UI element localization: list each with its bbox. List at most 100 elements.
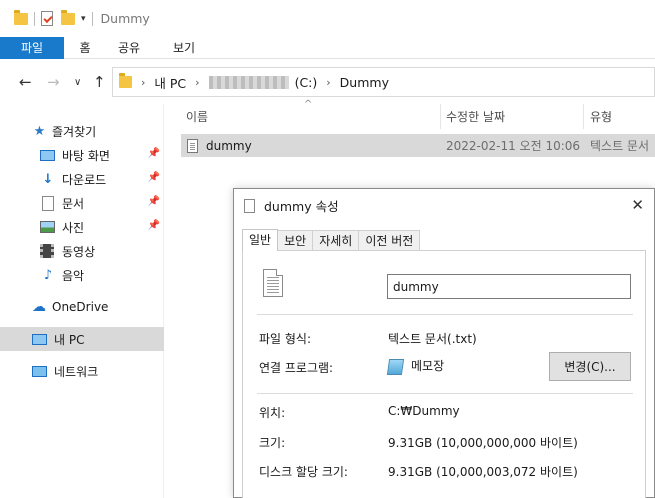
desktop-icon (40, 149, 55, 161)
quick-access-toolbar: ▾ (14, 9, 93, 26)
tab-file[interactable]: 파일 (0, 37, 64, 59)
size-value: 9.31GB (10,000,000,000 바이트) (388, 436, 578, 450)
navigation-pane: ★ 즐겨찾기 바탕 화면 📌 ↓ 다운로드 📌 문서 📌 사진 📌 동영상 ♪ … (0, 104, 164, 498)
tab-general[interactable]: 일반 (242, 229, 279, 251)
chevron-right-icon[interactable]: › (141, 76, 145, 89)
toolbar-divider (91, 11, 93, 26)
chevron-right-icon[interactable]: › (195, 76, 199, 89)
dialog-tabs: 일반 보안 자세히 이전 버전 (242, 229, 421, 251)
change-button[interactable]: 변경(C)... (549, 352, 631, 381)
opens-with-label: 연결 프로그램: (259, 361, 334, 375)
sidebar-item-label: 문서 (62, 196, 85, 211)
sidebar-item-this-pc[interactable]: 내 PC (0, 327, 164, 351)
sidebar-item-downloads[interactable]: ↓ 다운로드 📌 (0, 167, 164, 191)
sidebar-item-label: 즐겨찾기 (52, 124, 97, 139)
pin-icon[interactable]: 📌 (148, 172, 160, 183)
sidebar-item-pictures[interactable]: 사진 📌 (0, 215, 164, 239)
chevron-right-icon[interactable]: › (326, 76, 330, 89)
size-label: 크기: (259, 436, 286, 450)
new-folder-icon[interactable] (61, 9, 75, 25)
text-file-icon (263, 269, 283, 297)
folder-icon (119, 73, 132, 88)
table-row[interactable]: dummy 2022-02-11 오전 10:06 텍스트 문서 (181, 134, 655, 157)
tab-home[interactable]: 홈 (64, 37, 106, 59)
sidebar-item-label: 음악 (62, 268, 85, 283)
notepad-icon (386, 358, 405, 375)
file-type: 텍스트 문서 (590, 139, 650, 153)
divider (257, 314, 633, 315)
column-header-name[interactable]: 이름 (186, 104, 208, 129)
sidebar-item-label: 바탕 화면 (62, 148, 110, 163)
recent-locations-button[interactable]: ∨ (74, 77, 81, 88)
file-type-value: 텍스트 문서(.txt) (388, 332, 477, 346)
redacted-drive-name (208, 75, 289, 89)
toolbar-divider (34, 11, 35, 26)
column-divider[interactable] (583, 104, 584, 129)
up-button[interactable]: ↑ (93, 73, 106, 91)
column-header-type[interactable]: 유형 (590, 104, 612, 129)
computer-icon (32, 333, 47, 345)
location-label: 위치: (259, 406, 286, 420)
file-name-field[interactable] (387, 274, 631, 299)
dialog-title-bar: dummy 속성 ✕ (234, 189, 654, 222)
cloud-icon: ☁ (32, 299, 46, 315)
network-icon (32, 365, 47, 377)
size-on-disk-label: 디스크 할당 크기: (259, 465, 348, 479)
opens-with-value-group: 메모장 (386, 357, 444, 375)
sidebar-item-label: 다운로드 (62, 172, 107, 187)
document-icon (42, 195, 54, 211)
divider (257, 393, 633, 394)
forward-button[interactable]: → (47, 73, 60, 91)
breadcrumb-drive-c[interactable]: (C:) (295, 75, 318, 90)
folder-icon (14, 9, 28, 25)
column-divider[interactable] (440, 104, 441, 129)
tab-share[interactable]: 공유 (106, 37, 152, 59)
sidebar-item-label: 사진 (62, 220, 85, 235)
pin-icon[interactable]: 📌 (148, 148, 160, 159)
sidebar-item-desktop[interactable]: 바탕 화면 📌 (0, 143, 164, 167)
sidebar-item-music[interactable]: ♪ 음악 (0, 263, 164, 287)
pictures-icon (40, 221, 55, 233)
customize-toolbar-dropdown[interactable]: ▾ (81, 14, 86, 24)
tab-view[interactable]: 보기 (160, 37, 208, 59)
breadcrumb-this-pc[interactable]: 내 PC (154, 73, 186, 92)
pin-icon[interactable]: 📌 (148, 196, 160, 207)
address-bar[interactable]: › 내 PC › (C:) › Dummy (112, 67, 655, 97)
properties-icon[interactable] (41, 11, 53, 26)
sidebar-item-label: OneDrive (52, 300, 109, 314)
breadcrumb-dummy[interactable]: Dummy (340, 75, 389, 90)
file-modified: 2022-02-11 오전 10:06 (446, 139, 581, 153)
sort-ascending-icon: ^ (304, 99, 313, 110)
dialog-title: dummy 속성 (264, 199, 339, 214)
sidebar-item-quick-access[interactable]: ★ 즐겨찾기 (0, 119, 164, 143)
window-title: Dummy (100, 11, 150, 26)
location-value: C:₩Dummy (388, 404, 460, 418)
close-button[interactable]: ✕ (631, 196, 644, 214)
sidebar-item-label: 동영상 (62, 244, 96, 259)
sidebar-item-network[interactable]: 네트워크 (0, 359, 164, 383)
tab-previous-versions[interactable]: 이전 버전 (358, 230, 421, 251)
file-name: dummy (206, 138, 252, 153)
music-icon: ♪ (43, 267, 53, 283)
general-tab-panel: 파일 형식: 텍스트 문서(.txt) 연결 프로그램: 메모장 변경(C)..… (242, 250, 646, 498)
ribbon-tabs: 파일 홈 공유 보기 (0, 37, 655, 59)
sidebar-item-documents[interactable]: 문서 📌 (0, 191, 164, 215)
tab-details[interactable]: 자세히 (312, 230, 360, 251)
properties-dialog: dummy 속성 ✕ 일반 보안 자세히 이전 버전 파일 형식: 텍스트 문서… (233, 188, 655, 498)
back-button[interactable]: ← (19, 73, 32, 91)
pin-icon[interactable]: 📌 (148, 220, 160, 231)
text-file-icon (244, 198, 255, 213)
sidebar-item-videos[interactable]: 동영상 (0, 239, 164, 263)
text-file-icon (187, 138, 198, 153)
title-bar: ▾ Dummy (0, 0, 655, 37)
download-icon: ↓ (42, 171, 54, 187)
navigation-bar: ← → ∨ ↑ › 내 PC › (C:) › Dummy (0, 60, 655, 104)
video-icon (40, 244, 54, 258)
star-icon: ★ (33, 123, 46, 139)
sidebar-item-onedrive[interactable]: ☁ OneDrive (0, 295, 164, 319)
file-type-label: 파일 형식: (259, 332, 312, 346)
sidebar-item-label: 내 PC (54, 332, 85, 347)
column-header-modified[interactable]: 수정한 날짜 (446, 104, 505, 129)
tab-security[interactable]: 보안 (277, 230, 314, 251)
sidebar-item-label: 네트워크 (54, 364, 99, 379)
